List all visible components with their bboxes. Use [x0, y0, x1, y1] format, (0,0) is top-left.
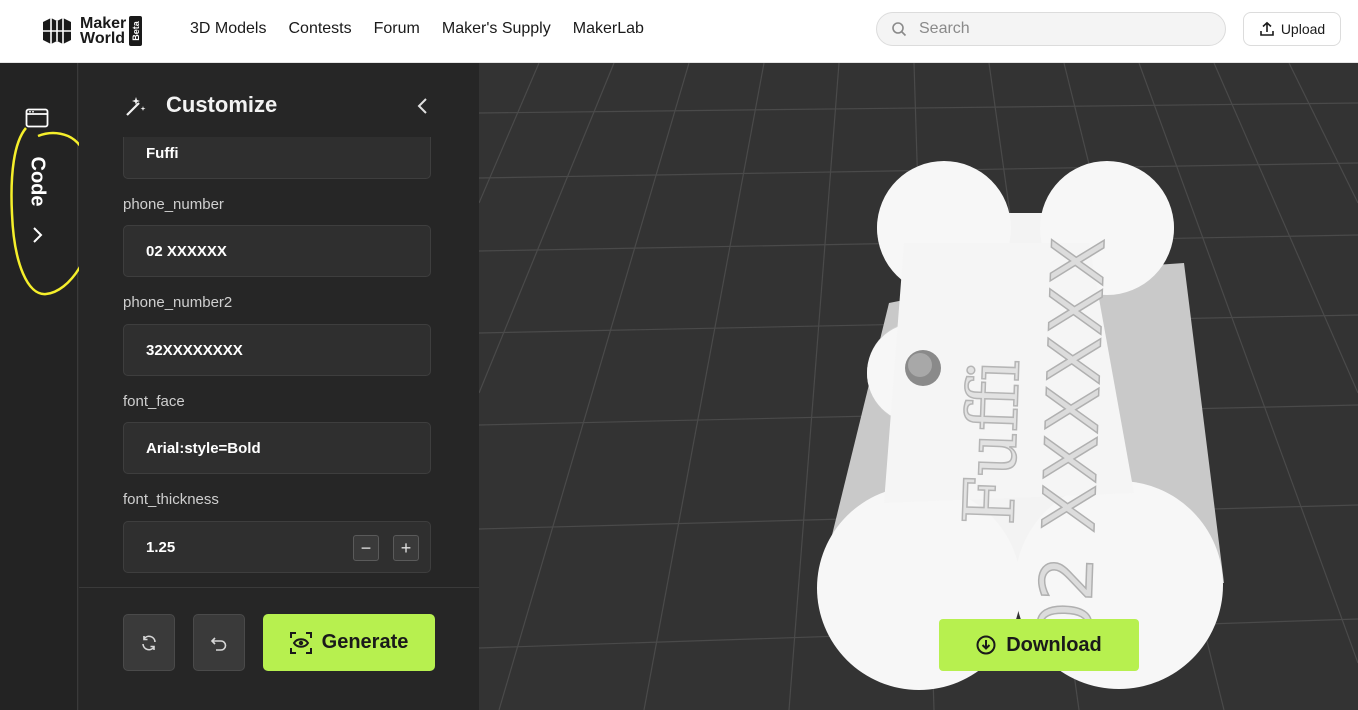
phone-number2-input[interactable]: [146, 325, 346, 375]
field-label-font-face: font_face: [123, 393, 185, 410]
code-tab-label: Code: [26, 156, 49, 206]
top-navigation-bar: Maker World Beta 3D Models Contests Foru…: [0, 0, 1358, 63]
nav-makers-supply[interactable]: Maker's Supply: [442, 20, 551, 38]
upload-label: Upload: [1280, 21, 1326, 37]
code-tab[interactable]: Code: [25, 151, 49, 211]
logo-wordmark: Maker World: [80, 15, 127, 47]
undo-button[interactable]: [193, 614, 245, 671]
undo-icon: [210, 636, 227, 651]
field-label-phone-number: phone_number: [123, 196, 224, 213]
nav-3d-models[interactable]: 3D Models: [190, 20, 266, 38]
search-icon: [892, 22, 907, 37]
makerworld-logo-icon: [43, 18, 71, 44]
customize-wand-icon: [126, 97, 146, 116]
name-input[interactable]: [146, 137, 346, 178]
beta-badge: Beta: [129, 16, 143, 46]
field-label-phone-number2: phone_number2: [123, 294, 233, 311]
dog-tag-model: Fuffi 02 XXXXXX: [817, 161, 1224, 690]
panel-title: Customize: [166, 92, 278, 117]
viewport-scene: Fuffi 02 XXXXXX: [479, 63, 1358, 710]
reset-button[interactable]: [123, 614, 175, 671]
refresh-icon: [142, 635, 156, 650]
search-bar[interactable]: [876, 12, 1226, 46]
download-label: Download: [1006, 633, 1102, 656]
upload-button[interactable]: Upload: [1243, 12, 1341, 46]
name-field[interactable]: [123, 137, 431, 179]
chevron-right-icon[interactable]: [30, 226, 44, 244]
nav-contests[interactable]: Contests: [288, 20, 351, 38]
download-button[interactable]: Download: [939, 619, 1139, 671]
search-input[interactable]: [919, 20, 1199, 38]
logo-line-2: World: [80, 30, 126, 47]
code-window-icon[interactable]: [25, 108, 49, 130]
font-face-input[interactable]: [146, 423, 346, 473]
field-label-font-thickness: font_thickness: [123, 491, 219, 508]
download-icon: [976, 635, 996, 655]
tag-phone-text: 02 XXXXXX: [1023, 236, 1121, 649]
generate-label: Generate: [321, 631, 409, 653]
main-nav: 3D Models Contests Forum Maker's Supply …: [190, 0, 666, 58]
phone-number-field[interactable]: [123, 225, 431, 277]
parameter-fields: phone_number phone_number2 font_face fon…: [79, 137, 479, 587]
model-viewport[interactable]: Fuffi 02 XXXXXX Download: [479, 63, 1358, 710]
beta-badge-label: Beta: [130, 21, 141, 41]
font-thickness-input[interactable]: [146, 522, 306, 572]
increment-button[interactable]: +: [393, 535, 419, 561]
left-rail: Code: [0, 63, 78, 710]
phone-number-input[interactable]: [146, 226, 346, 276]
nav-makerlab[interactable]: MakerLab: [573, 20, 644, 38]
makerworld-logo[interactable]: Maker World Beta: [40, 14, 143, 48]
phone-number2-field[interactable]: [123, 324, 431, 376]
customize-panel: Customize phone_number phone_number2 fon…: [79, 63, 479, 710]
generate-eye-icon: [289, 631, 312, 654]
tag-name-text: Fuffi: [948, 358, 1036, 527]
collapse-panel-icon[interactable]: [413, 96, 431, 116]
upload-icon: [1260, 21, 1274, 36]
decrement-button[interactable]: −: [353, 535, 379, 561]
generate-button[interactable]: Generate: [263, 614, 435, 671]
font-face-field[interactable]: [123, 422, 431, 474]
logo-line-1: Maker: [80, 15, 127, 32]
nav-forum[interactable]: Forum: [374, 20, 420, 38]
panel-header: Customize: [79, 63, 479, 137]
font-thickness-field[interactable]: − +: [123, 521, 431, 573]
panel-divider: [79, 587, 479, 588]
